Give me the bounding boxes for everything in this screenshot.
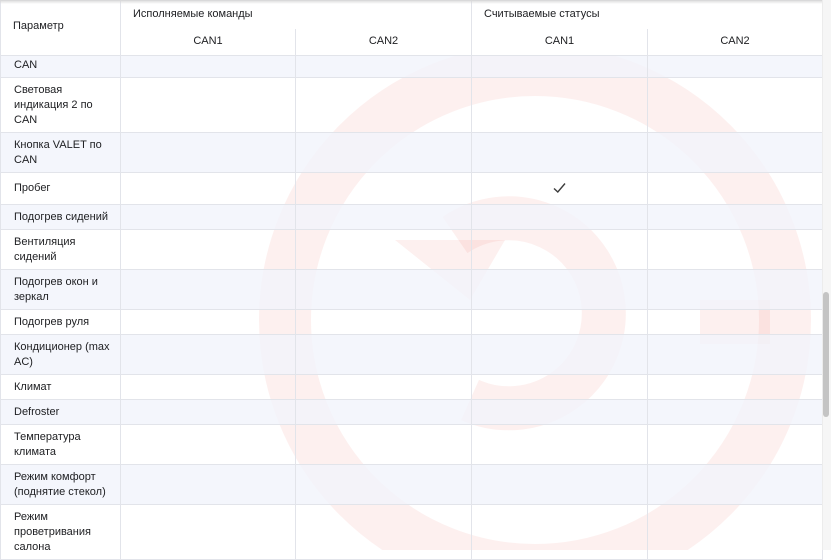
cell-st-can1: [471, 55, 648, 78]
cell-cmd-can1: [120, 309, 296, 335]
cell-st-can2: [646, 77, 824, 133]
cell-cmd-can1: [120, 269, 296, 310]
cell-st-can1: [471, 374, 648, 400]
cell-st-can1: [471, 172, 648, 205]
compatibility-table-container: Параметр Исполняемые команды Считываемые…: [0, 0, 824, 560]
cell-st-can1: [471, 269, 648, 310]
row-param: Подогрев окон и зеркал: [0, 269, 121, 310]
table-row: Кнопка VALET по CAN: [0, 132, 824, 173]
cell-cmd-can2: [295, 172, 472, 205]
table-row: Режим комфорт (поднятие стекол): [0, 464, 824, 505]
cell-cmd-can1: [120, 204, 296, 230]
top-edge-shadow: [0, 0, 822, 4]
cell-cmd-can2: [295, 504, 472, 560]
cell-cmd-can2: [295, 77, 472, 133]
check-icon: [553, 183, 566, 194]
cell-cmd-can2: [295, 309, 472, 335]
cell-cmd-can2: [295, 55, 472, 78]
row-param: CAN: [0, 55, 121, 78]
cell-cmd-can1: [120, 464, 296, 505]
cell-cmd-can2: [295, 334, 472, 375]
cell-cmd-can1: [120, 399, 296, 425]
cell-cmd-can2: [295, 464, 472, 505]
row-param: Кнопка VALET по CAN: [0, 132, 121, 173]
cell-cmd-can1: [120, 55, 296, 78]
cell-cmd-can1: [120, 374, 296, 400]
table-row: Климат: [0, 374, 824, 400]
cell-cmd-can2: [295, 424, 472, 465]
cell-cmd-can2: [295, 269, 472, 310]
cell-st-can1: [471, 424, 648, 465]
vertical-scrollbar-thumb[interactable]: [823, 292, 829, 417]
cell-cmd-can1: [120, 424, 296, 465]
table-row: Defroster: [0, 399, 824, 425]
cell-st-can1: [471, 77, 648, 133]
table-row: Вентиляция сидений: [0, 229, 824, 270]
table-row: CAN: [0, 55, 824, 78]
row-param: Режим проветривания салона: [0, 504, 121, 560]
header-commands-group: Исполняемые команды: [120, 0, 472, 29]
cell-st-can2: [646, 424, 824, 465]
cell-cmd-can2: [295, 204, 472, 230]
cell-st-can2: [646, 399, 824, 425]
cell-st-can2: [646, 229, 824, 270]
cell-st-can1: [471, 204, 648, 230]
cell-cmd-can2: [295, 132, 472, 173]
row-param: Подогрев руля: [0, 309, 121, 335]
table-row: Режим проветривания салона: [0, 504, 824, 560]
cell-cmd-can1: [120, 504, 296, 560]
row-param: Подогрев сидений: [0, 204, 121, 230]
cell-st-can2: [646, 504, 824, 560]
row-param: Вентиляция сидений: [0, 229, 121, 270]
cell-st-can2: [646, 269, 824, 310]
cell-st-can1: [471, 504, 648, 560]
header-statuses-can2: CAN2: [646, 29, 824, 56]
cell-cmd-can1: [120, 172, 296, 205]
cell-st-can2: [646, 309, 824, 335]
cell-st-can2: [646, 464, 824, 505]
cell-st-can1: [471, 399, 648, 425]
table-row: Подогрев сидений: [0, 204, 824, 230]
cell-st-can2: [646, 374, 824, 400]
cell-cmd-can2: [295, 374, 472, 400]
table-row: Подогрев окон и зеркал: [0, 269, 824, 310]
cell-cmd-can1: [120, 77, 296, 133]
cell-st-can2: [646, 172, 824, 205]
cell-st-can1: [471, 309, 648, 335]
cell-st-can1: [471, 229, 648, 270]
cell-cmd-can2: [295, 399, 472, 425]
cell-cmd-can1: [120, 334, 296, 375]
cell-cmd-can1: [120, 229, 296, 270]
cell-st-can1: [471, 132, 648, 173]
header-statuses-can1: CAN1: [471, 29, 648, 56]
table-row: Подогрев руля: [0, 309, 824, 335]
table-row: Пробег: [0, 172, 824, 205]
header-statuses-group: Считываемые статусы: [470, 0, 824, 29]
cell-st-can2: [646, 334, 824, 375]
cell-cmd-can1: [120, 132, 296, 173]
header-commands-can1: CAN1: [120, 29, 296, 56]
table-row: Световая индикация 2 по CAN: [0, 77, 824, 133]
row-param: Режим комфорт (поднятие стекол): [0, 464, 121, 505]
row-param: Defroster: [0, 399, 121, 425]
cell-st-can2: [646, 204, 824, 230]
row-param: Климат: [0, 374, 121, 400]
cell-cmd-can2: [295, 229, 472, 270]
row-param: Кондиционер (max AC): [0, 334, 121, 375]
row-param: Световая индикация 2 по CAN: [0, 77, 121, 133]
table-row: Кондиционер (max AC): [0, 334, 824, 375]
row-param: Температура климата: [0, 424, 121, 465]
cell-st-can2: [646, 132, 824, 173]
table-row: Температура климата: [0, 424, 824, 465]
compatibility-table: Параметр Исполняемые команды Считываемые…: [0, 0, 824, 560]
cell-st-can1: [471, 334, 648, 375]
header-commands-can2: CAN2: [295, 29, 472, 56]
header-param: Параметр: [0, 0, 121, 56]
cell-st-can2: [646, 55, 824, 78]
row-param: Пробег: [0, 172, 121, 205]
cell-st-can1: [471, 464, 648, 505]
vertical-scrollbar-track[interactable]: [822, 0, 831, 550]
